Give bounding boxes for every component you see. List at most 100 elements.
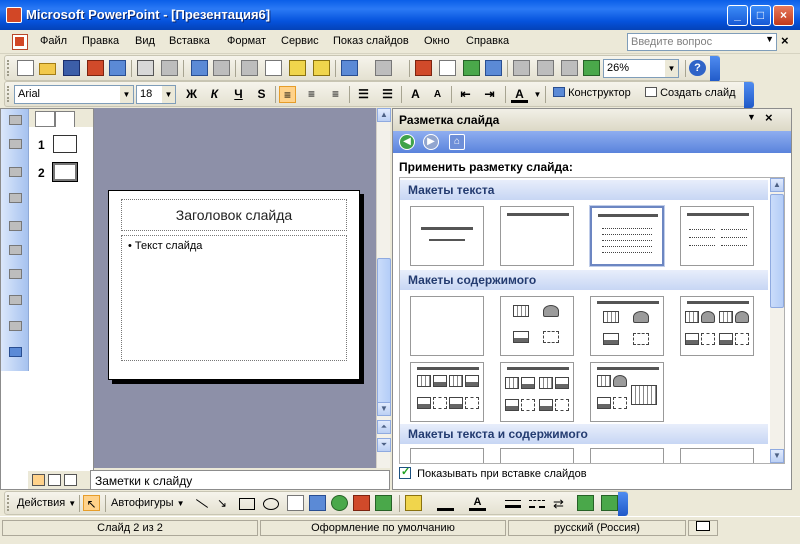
italic-button[interactable]: К: [206, 86, 223, 103]
toolbar-grip[interactable]: [7, 86, 10, 102]
undo-icon[interactable]: [341, 60, 358, 76]
slide-sorter-button[interactable]: [48, 474, 61, 486]
spelling-icon[interactable]: [191, 60, 208, 76]
select-pointer-icon[interactable]: ↖: [83, 495, 100, 511]
layout-two-columns[interactable]: [680, 206, 754, 266]
toolbar-grip[interactable]: [7, 60, 10, 76]
chevron-down-icon[interactable]: ▼: [747, 112, 756, 122]
insert-hyperlink-icon[interactable]: [485, 60, 502, 76]
show-formatting-icon[interactable]: [537, 60, 554, 76]
rectangle-icon[interactable]: [239, 498, 255, 510]
print-icon[interactable]: [137, 60, 154, 76]
align-left-button[interactable]: ≡: [279, 86, 296, 103]
move-down-icon[interactable]: [9, 193, 22, 203]
chevron-down-icon[interactable]: ▼: [529, 86, 546, 103]
align-center-button[interactable]: ≡: [303, 86, 320, 103]
back-arrow-icon[interactable]: ◀: [399, 134, 415, 150]
menu-file[interactable]: Файл: [40, 35, 67, 47]
fill-color-icon[interactable]: [405, 495, 422, 511]
insert-picture-icon[interactable]: [463, 60, 480, 76]
layout-title-four-content[interactable]: [500, 362, 574, 422]
research-icon[interactable]: [213, 60, 230, 76]
menu-insert[interactable]: Вставка: [169, 35, 210, 47]
layout-text-content-1[interactable]: [410, 448, 484, 463]
scroll-down-button[interactable]: ▼: [377, 402, 391, 416]
layout-title-only[interactable]: [500, 206, 574, 266]
increase-font-button[interactable]: A: [407, 86, 424, 103]
clip-art-icon[interactable]: [353, 495, 370, 511]
show-on-insert-checkbox[interactable]: Показывать при вставке слайдов: [399, 465, 587, 480]
home-icon[interactable]: ⌂: [449, 134, 465, 150]
checkbox-checked-icon[interactable]: [399, 465, 411, 479]
menu-slide-show[interactable]: Показ слайдов: [333, 35, 409, 47]
shadow-style-icon[interactable]: [577, 495, 594, 511]
menu-format[interactable]: Формат: [227, 35, 266, 47]
font-size-combo[interactable]: 18 ▼: [136, 85, 176, 104]
insert-table-icon[interactable]: [439, 60, 456, 76]
layout-title-content-over[interactable]: [410, 362, 484, 422]
next-slide-button[interactable]: ⏷: [377, 438, 391, 452]
title-placeholder[interactable]: Заголовок слайда: [121, 199, 347, 231]
cut-icon[interactable]: [241, 60, 258, 76]
diagram-icon[interactable]: [331, 495, 348, 511]
layout-content[interactable]: [500, 296, 574, 356]
chevron-down-icon[interactable]: ▼: [665, 60, 678, 77]
menu-view[interactable]: Вид: [135, 35, 155, 47]
color-grayscale-icon[interactable]: [583, 60, 600, 76]
decrease-indent-icon[interactable]: ⇤: [457, 86, 474, 103]
wordart-icon[interactable]: [309, 495, 326, 511]
increase-indent-icon[interactable]: ⇥: [481, 86, 498, 103]
save-icon[interactable]: [63, 60, 80, 76]
align-right-button[interactable]: ≡: [327, 86, 344, 103]
toolbar-options-button[interactable]: [710, 56, 720, 82]
toolbar-grip[interactable]: [7, 495, 10, 511]
layout-text-content-2[interactable]: [500, 448, 574, 463]
scroll-up-button[interactable]: ▲: [377, 108, 391, 122]
expand-all-icon[interactable]: [9, 295, 22, 305]
current-slide[interactable]: Заголовок слайда • Текст слайда: [108, 190, 360, 380]
designer-button[interactable]: Конструктор: [553, 87, 631, 99]
dash-style-icon[interactable]: [529, 500, 545, 508]
copy-icon[interactable]: [265, 60, 282, 76]
open-folder-icon[interactable]: [39, 63, 56, 75]
layout-title-content[interactable]: [590, 296, 664, 356]
spelling-status-icon[interactable]: [688, 520, 718, 536]
numbering-button[interactable]: ☰: [355, 86, 372, 103]
promote-icon[interactable]: [9, 115, 22, 125]
email-icon[interactable]: [109, 60, 126, 76]
slide-thumbnail-1[interactable]: [53, 135, 77, 153]
task-pane-close-button[interactable]: ×: [765, 110, 773, 125]
summary-slide-icon[interactable]: [9, 321, 22, 331]
toolbar-options-button[interactable]: [618, 492, 628, 516]
collapse-all-icon[interactable]: [9, 269, 22, 279]
arrow-style-icon[interactable]: ⇄: [553, 496, 564, 512]
chevron-down-icon[interactable]: ▼: [120, 86, 133, 103]
grid-icon[interactable]: [561, 60, 578, 76]
layout-title-two-over[interactable]: [590, 362, 664, 422]
tab-outline[interactable]: [35, 111, 55, 127]
actions-menu[interactable]: Действия ▼: [17, 497, 76, 509]
line-color-icon[interactable]: [437, 495, 454, 511]
format-painter-icon[interactable]: [313, 60, 330, 76]
close-button[interactable]: ×: [773, 5, 794, 26]
scroll-thumb[interactable]: [770, 194, 784, 308]
help-question-input[interactable]: Введите вопрос ▼: [627, 33, 777, 51]
close-document-button[interactable]: ×: [781, 33, 789, 48]
text-color-icon[interactable]: A: [469, 495, 486, 511]
minimize-button[interactable]: _: [727, 5, 748, 26]
help-button[interactable]: ?: [689, 60, 706, 76]
insert-picture-icon[interactable]: [375, 495, 392, 511]
arrow-icon[interactable]: ↘: [217, 496, 227, 510]
menu-window[interactable]: Окно: [424, 35, 450, 47]
decrease-font-button[interactable]: A: [429, 86, 446, 103]
bold-button[interactable]: Ж: [183, 86, 200, 103]
autoshapes-menu[interactable]: Автофигуры ▼: [111, 497, 185, 509]
chevron-down-icon[interactable]: ▼: [765, 34, 774, 44]
layout-title-slide[interactable]: [410, 206, 484, 266]
show-formatting-icon[interactable]: [9, 347, 22, 357]
oval-icon[interactable]: [263, 498, 279, 510]
print-preview-icon[interactable]: [161, 60, 178, 76]
shadow-button[interactable]: S: [253, 86, 270, 103]
menu-tools[interactable]: Сервис: [281, 35, 319, 47]
normal-view-button[interactable]: [32, 474, 45, 486]
